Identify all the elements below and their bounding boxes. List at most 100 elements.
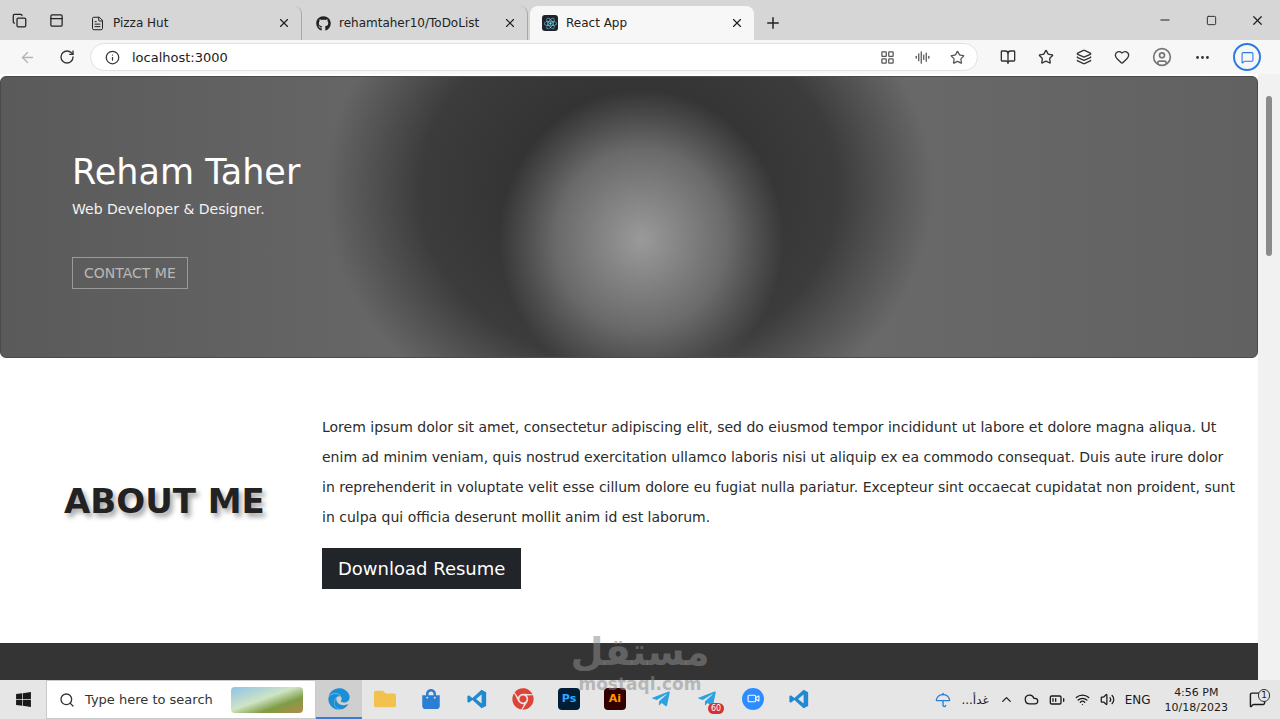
scrollbar-thumb[interactable] <box>1266 96 1272 256</box>
about-text: Lorem ipsum dolor sit amet, consectetur … <box>322 412 1238 532</box>
contact-button[interactable]: CONTACT ME <box>72 257 188 289</box>
taskbar-app[interactable] <box>362 680 408 719</box>
back-button[interactable] <box>10 43 44 71</box>
refresh-button[interactable] <box>50 43 84 71</box>
onedrive-icon[interactable] <box>1024 692 1039 707</box>
download-resume-button[interactable]: Download Resume <box>322 548 521 589</box>
plus-icon <box>764 14 782 32</box>
search-highlight-icon <box>231 687 303 713</box>
search-icon <box>59 692 75 708</box>
address-icons <box>880 50 965 65</box>
scrollbar[interactable] <box>1258 74 1280 680</box>
volume-icon[interactable] <box>1100 692 1115 707</box>
watermark-arabic: مستقل <box>571 630 710 674</box>
taskbar-app[interactable] <box>408 680 454 719</box>
back-arrow-icon <box>19 49 36 66</box>
edge-icon <box>328 688 350 710</box>
taskbar-app[interactable]: Ai <box>592 680 638 719</box>
clock-date: 10/18/2023 <box>1165 700 1228 715</box>
github-icon <box>316 16 331 31</box>
weather-text[interactable]: غدأ... <box>961 693 988 707</box>
split-screen-icon[interactable] <box>1000 49 1016 65</box>
browser-tab[interactable]: React App <box>530 6 754 40</box>
notification-count: 1 <box>1258 689 1270 702</box>
profile-icon[interactable] <box>1152 47 1172 67</box>
tab-label: React App <box>566 16 722 30</box>
browser-toolbar: localhost:3000 <box>0 40 1280 74</box>
minimize-button[interactable] <box>1142 0 1188 40</box>
refresh-icon <box>59 49 75 65</box>
about-heading: ABOUT ME <box>64 481 322 521</box>
tab-label: Pizza Hut <box>113 16 269 30</box>
address-text: localhost:3000 <box>132 50 868 65</box>
weather-icon[interactable] <box>935 692 951 708</box>
notification-button[interactable]: 1 <box>1242 691 1272 708</box>
vscode-icon <box>466 688 488 710</box>
close-icon <box>1250 13 1265 28</box>
desktop-screen: Pizza Hut rehamtaher10/ToDoList React App l… <box>0 0 1280 719</box>
about-body: Lorem ipsum dolor sit amet, consectetur … <box>322 412 1238 589</box>
telegram-icon <box>651 689 671 709</box>
taskbar-app[interactable]: Ps <box>546 680 592 719</box>
browser-essentials-icon[interactable] <box>1114 49 1130 65</box>
copilot-button[interactable] <box>1233 43 1261 71</box>
taskbar-app[interactable] <box>454 680 500 719</box>
react-icon <box>542 15 558 31</box>
language-indicator[interactable]: ENG <box>1125 693 1151 707</box>
workspaces-icon[interactable] <box>12 13 27 28</box>
tab-strip: Pizza Hut rehamtaher10/ToDoList React App <box>0 0 1280 40</box>
taskbar-app[interactable] <box>316 680 362 719</box>
app-badge: 60 <box>708 703 724 714</box>
browser-tab[interactable]: Pizza Hut <box>78 6 302 40</box>
collections-icon[interactable] <box>1076 49 1092 65</box>
store-icon <box>421 689 441 709</box>
taskbar-app[interactable] <box>730 680 776 719</box>
clock[interactable]: 4:56 PM10/18/2023 <box>1161 685 1232 715</box>
system-tray: غدأ... ENG 4:56 PM10/18/2023 1 <box>925 680 1280 719</box>
page-footer <box>0 643 1258 680</box>
maximize-icon <box>1206 15 1217 26</box>
taskbar-app[interactable] <box>776 680 822 719</box>
info-icon[interactable] <box>105 50 120 65</box>
favorites-icon[interactable] <box>1038 49 1054 65</box>
window-controls <box>1142 0 1280 40</box>
about-section: ABOUT MELorem ipsum dolor sit amet, cons… <box>0 358 1258 643</box>
favorite-star-icon[interactable] <box>950 50 965 65</box>
close-tab-icon[interactable] <box>503 16 517 30</box>
more-icon[interactable] <box>1194 49 1211 66</box>
clock-time: 4:56 PM <box>1174 685 1218 700</box>
start-button[interactable] <box>0 680 46 719</box>
taskbar-app[interactable]: 60 <box>684 680 730 719</box>
new-tab-button[interactable] <box>756 6 790 40</box>
windows-icon <box>15 691 32 708</box>
folder-icon <box>374 688 396 710</box>
tab-label: rehamtaher10/ToDoList <box>339 16 495 30</box>
close-tab-icon[interactable] <box>730 16 744 30</box>
watermark-latin: mostaql.com <box>578 674 701 694</box>
taskbar: Type here to search Ps Ai 60 غدأ... ENG 4:56 P… <box>0 680 1280 719</box>
search-placeholder: Type here to search <box>85 692 221 707</box>
battery-icon[interactable] <box>1049 692 1065 708</box>
show-hidden-icon[interactable] <box>999 692 1014 707</box>
illustrator-icon: Ai <box>604 688 626 710</box>
read-aloud-icon[interactable] <box>915 50 930 65</box>
toolbar-icons <box>984 43 1261 71</box>
minimize-icon <box>1158 13 1172 27</box>
close-tab-icon[interactable] <box>277 16 291 30</box>
copilot-icon <box>1241 51 1254 64</box>
zoom-icon <box>742 688 764 710</box>
address-bar[interactable]: localhost:3000 <box>90 43 978 71</box>
maximize-button[interactable] <box>1188 0 1234 40</box>
app-available-icon[interactable] <box>880 50 895 65</box>
browser-tab[interactable]: rehamtaher10/ToDoList <box>304 6 528 40</box>
wifi-icon[interactable] <box>1075 692 1090 707</box>
taskbar-search[interactable]: Type here to search <box>46 680 316 719</box>
page-viewport: Reham TaherWeb Developer & Designer.CONT… <box>0 74 1280 680</box>
vscode-icon <box>788 688 810 710</box>
taskbar-app[interactable] <box>500 680 546 719</box>
tab-actions-icon[interactable] <box>49 13 64 28</box>
taskbar-app[interactable] <box>638 680 684 719</box>
close-button[interactable] <box>1234 0 1280 40</box>
page-icon <box>90 16 105 31</box>
strip-icons <box>0 0 78 40</box>
